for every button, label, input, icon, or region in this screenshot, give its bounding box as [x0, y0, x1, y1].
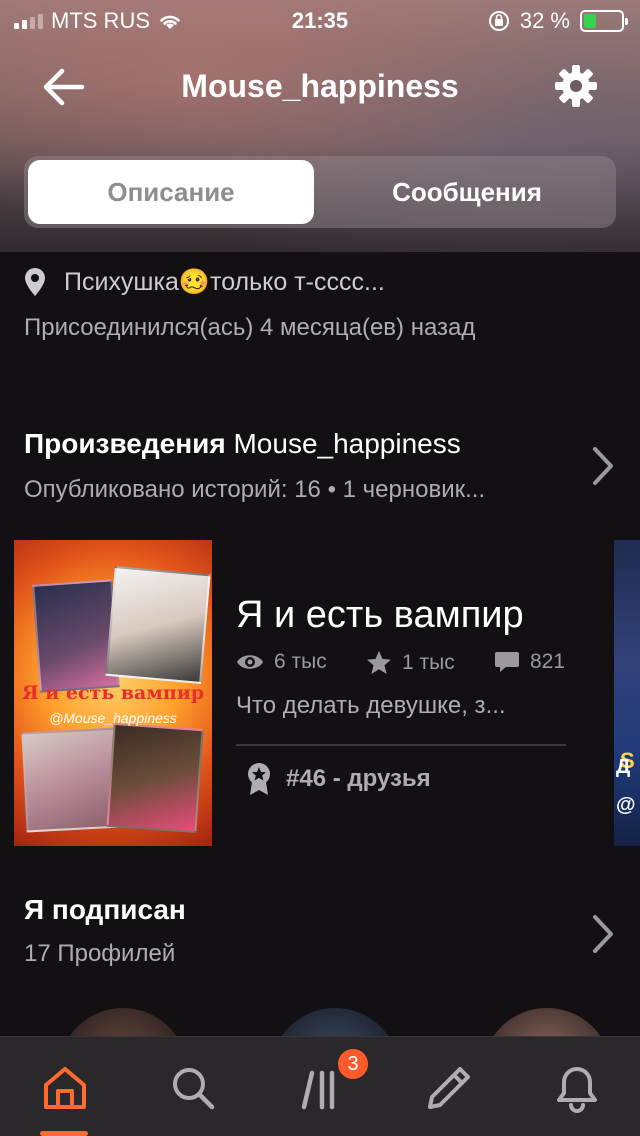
next-story-cover[interactable]: S Д @ [614, 540, 640, 846]
story-title[interactable]: Я и есть вампир [236, 594, 524, 637]
votes-count: 1 тыс [402, 651, 455, 674]
joined-date: Присоединился(ась) 4 месяца(ев) назад [24, 314, 476, 341]
tab-bar: 3 [0, 1036, 640, 1136]
works-section-title[interactable]: Произведения Mouse_happiness [24, 428, 461, 460]
divider [236, 744, 566, 746]
location-row: Психушка🥴только т-сссс... [24, 262, 385, 302]
tab-notifications[interactable] [552, 1063, 602, 1113]
chevron-right-icon[interactable] [588, 444, 618, 488]
tab-write[interactable] [424, 1063, 474, 1113]
battery-percent: 32 % [519, 8, 570, 33]
cover-title: Я и есть вампир [21, 682, 205, 704]
settings-button[interactable] [552, 62, 600, 110]
following-title[interactable]: Я подписан [24, 894, 186, 926]
comments-count: 821 [530, 650, 566, 673]
location-pin-icon [25, 268, 45, 296]
location-text: Психушка🥴только т-сссс... [64, 267, 385, 296]
following-count: 17 Профилей [24, 940, 176, 967]
story-description: Что делать девушке, з... [236, 692, 506, 719]
search-icon [173, 1068, 215, 1110]
page-title: Mouse_happiness [181, 68, 459, 104]
orientation-lock-icon [488, 11, 509, 31]
rank-text: #46 - друзья [286, 765, 431, 792]
tab-home[interactable] [40, 1063, 90, 1113]
reads-stat: 6 тыс [236, 650, 327, 674]
profile-header: MTS RUS 21:35 32 % Mouse_happiness Описа… [0, 0, 640, 252]
tab-messages[interactable]: Сообщения [324, 160, 610, 224]
chevron-right-icon[interactable] [588, 912, 618, 956]
comments-stat: 821 [494, 650, 565, 674]
comment-icon [495, 652, 519, 672]
story-cover[interactable]: Я и есть вампир @Mouse_happiness [14, 540, 212, 846]
story-stats: 6 тыс 1 тыс 821 [236, 650, 576, 680]
gear-icon [555, 65, 597, 107]
pencil-icon [428, 1067, 470, 1109]
woozy-emoji: 🥴 [178, 267, 211, 296]
home-icon [44, 1067, 86, 1109]
nav-bar: Mouse_happiness [0, 56, 640, 116]
votes-stat: 1 тыс [366, 650, 455, 676]
battery-icon [580, 10, 628, 32]
status-right: 32 % [488, 8, 628, 34]
library-badge: 3 [336, 1047, 370, 1081]
works-subtitle: Опубликовано историй: 16 • 1 черновик... [24, 476, 486, 503]
reads-count: 6 тыс [274, 650, 327, 673]
eye-icon [237, 655, 263, 669]
active-tab-indicator [40, 1131, 88, 1136]
bell-icon [557, 1067, 597, 1113]
tab-search[interactable] [168, 1063, 218, 1113]
star-icon [367, 651, 391, 674]
cover-photo [106, 722, 204, 834]
profile-tabs: Описание Сообщения [24, 156, 616, 228]
status-bar: MTS RUS 21:35 32 % [0, 0, 640, 40]
cover-photo [105, 566, 211, 684]
next-cover-text: Д [616, 756, 631, 778]
story-rank[interactable]: #46 - друзья [246, 762, 431, 796]
ribbon-award-icon [248, 763, 270, 795]
tab-about[interactable]: Описание [28, 160, 314, 224]
next-cover-text: @ [616, 794, 636, 816]
cover-author: @Mouse_happiness [49, 710, 177, 726]
